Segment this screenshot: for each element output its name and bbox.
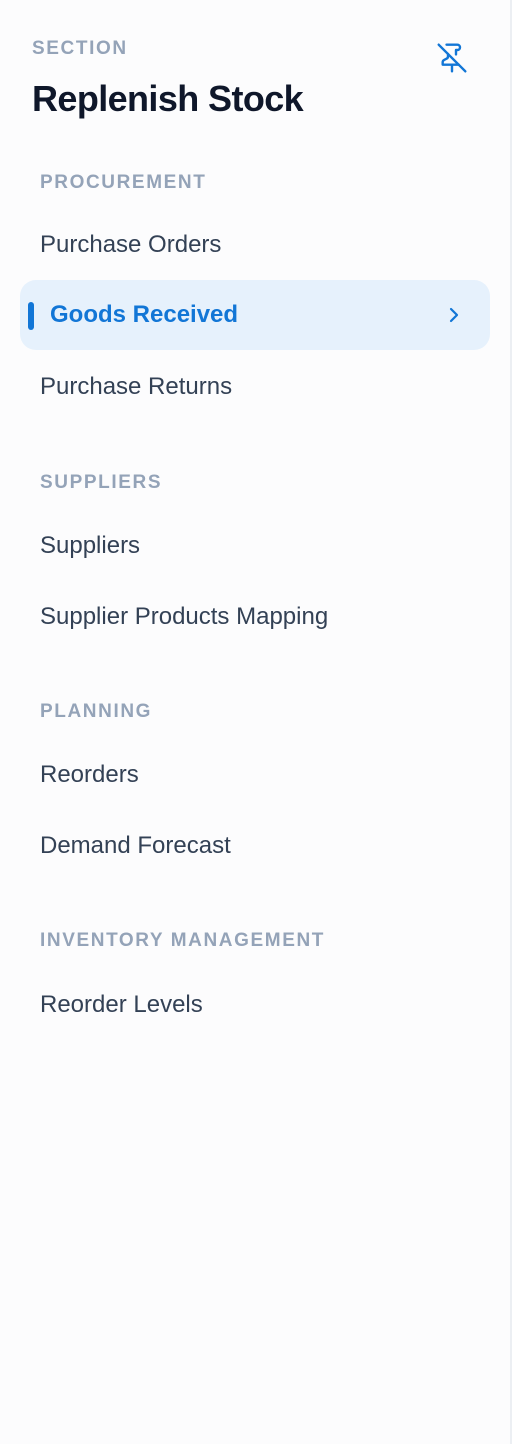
nav-item-label: Purchase Returns [40, 373, 233, 400]
chevron-right-icon [449, 307, 459, 323]
nav-item-reorders[interactable]: Reorders [20, 740, 490, 810]
section-eyebrow: SECTION [32, 38, 128, 59]
nav-item-goods-received[interactable]: Goods Received [20, 280, 490, 350]
section-title: Replenish Stock [32, 78, 304, 119]
nav-item-label: Demand Forecast [40, 832, 231, 859]
nav-item-purchase-returns[interactable]: Purchase Returns [20, 352, 490, 422]
group-label-inventory-management: INVENTORY MANAGEMENT [40, 930, 326, 951]
group-label-planning: PLANNING [40, 701, 153, 722]
nav-item-demand-forecast[interactable]: Demand Forecast [20, 811, 490, 881]
nav-item-label: Reorders [40, 761, 139, 788]
group-label-procurement: PROCUREMENT [40, 172, 207, 193]
nav-item-label: Suppliers [40, 532, 141, 559]
active-indicator [28, 302, 34, 330]
nav-item-suppliers[interactable]: Suppliers [20, 511, 490, 581]
nav-item-supplier-products-mapping[interactable]: Supplier Products Mapping [20, 582, 490, 652]
nav-item-reorder-levels[interactable]: Reorder Levels [20, 970, 490, 1040]
replenish-stock-sidebar: SECTION Replenish Stock PROCUREMENT Purc… [0, 0, 512, 1444]
nav-item-label: Purchase Orders [40, 231, 222, 258]
pin-off-icon[interactable] [436, 42, 468, 74]
nav-item-label: Reorder Levels [40, 991, 203, 1018]
nav-item-label: Goods Received [50, 301, 239, 328]
nav-item-purchase-orders[interactable]: Purchase Orders [20, 210, 490, 280]
group-label-suppliers: SUPPLIERS [40, 472, 163, 493]
nav-item-label: Supplier Products Mapping [40, 603, 329, 630]
